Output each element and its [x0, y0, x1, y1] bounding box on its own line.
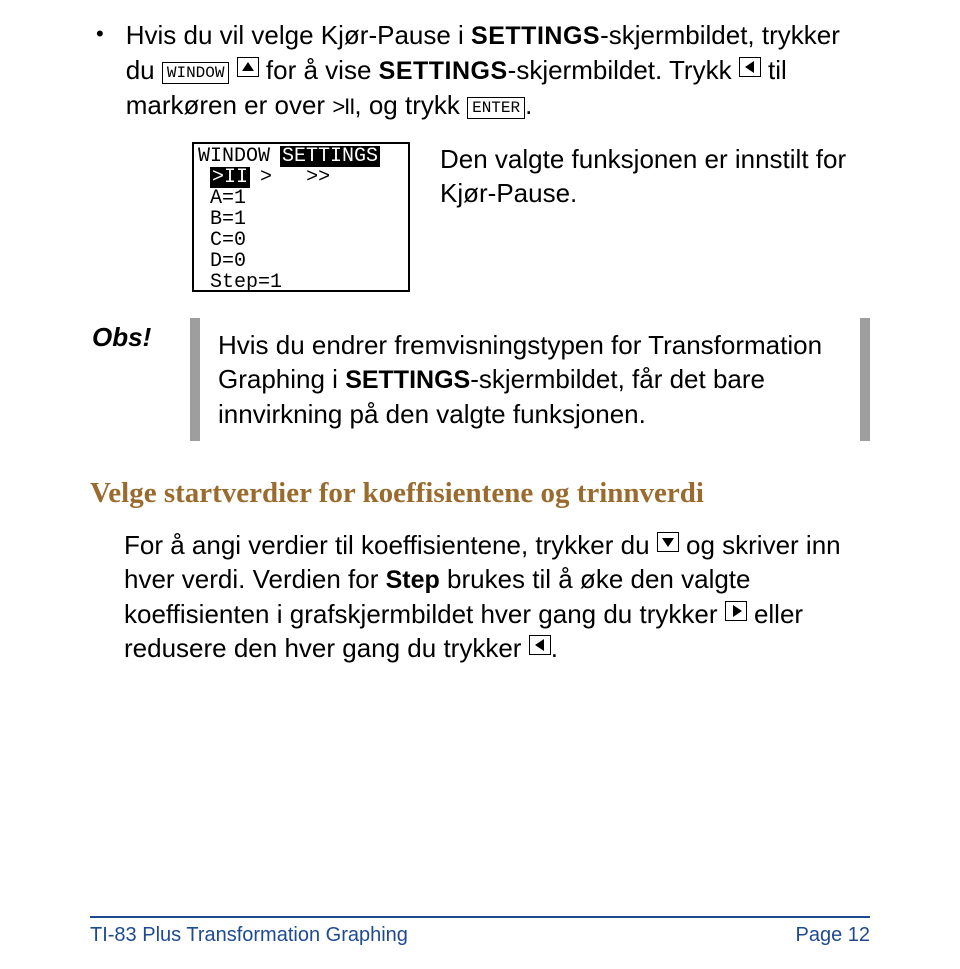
note-block: Obs! Hvis du endrer fremvisningstypen fo…	[190, 318, 870, 441]
screen-caption: Den valgte funksjonen er innstilt for Kj…	[440, 142, 870, 210]
calc-header-line: WINDOW SETTINGS	[198, 146, 404, 167]
calc-mode-line: >II > >>	[198, 167, 404, 188]
text: for å vise	[259, 55, 379, 85]
calc-row: Step=1	[198, 272, 404, 293]
settings-label: SETTINGS	[471, 22, 600, 50]
text: .	[551, 633, 558, 663]
footer-title: TI-83 Plus Transformation Graphing	[90, 924, 408, 947]
calc-window-label: WINDOW	[198, 146, 270, 167]
note-box: Hvis du endrer fremvisningstypen for Tra…	[190, 318, 870, 441]
calc-mode-option: >	[260, 167, 272, 188]
play-pause-symbol: >II	[332, 94, 354, 119]
calc-mode-option: >>	[306, 167, 330, 188]
calc-row: A=1	[198, 188, 404, 209]
note-text: Hvis du endrer fremvisningstypen for Tra…	[218, 328, 842, 431]
text: , og trykk	[354, 90, 467, 120]
calculator-screen: WINDOW SETTINGS >II > >> A=1 B=1 C=0 D=0…	[192, 142, 410, 292]
calc-row: C=0	[198, 230, 404, 251]
body-paragraph: For å angi verdier til koeffisientene, t…	[124, 528, 870, 665]
text: -skjermbildet. Trykk	[508, 55, 739, 85]
bullet-text: Hvis du vil velge Kjør-Pause i SETTINGS-…	[126, 18, 870, 124]
left-arrow-key-icon	[529, 635, 551, 655]
step-label: Step	[386, 566, 440, 594]
section-heading: Velge startverdier for koeffisientene og…	[90, 477, 870, 510]
calc-mode-selected: >II	[210, 167, 250, 188]
text: .	[525, 90, 532, 120]
right-arrow-key-icon	[725, 601, 747, 621]
calc-row: B=1	[198, 209, 404, 230]
settings-label: SETTINGS	[379, 57, 508, 85]
screenshot-row: WINDOW SETTINGS >II > >> A=1 B=1 C=0 D=0…	[192, 142, 870, 292]
bullet-marker: •	[96, 18, 104, 124]
calc-value: A=1	[210, 187, 246, 210]
text: For å angi verdier til koeffisientene, t…	[124, 530, 657, 560]
down-arrow-key-icon	[657, 532, 679, 552]
calc-value: C=0	[210, 229, 246, 252]
up-arrow-key-icon	[237, 57, 259, 77]
page-footer: TI-83 Plus Transformation Graphing Page …	[90, 916, 870, 947]
calc-settings-label: SETTINGS	[280, 146, 380, 167]
settings-label: SETTINGS	[345, 366, 470, 394]
page-root: • Hvis du vil velge Kjør-Pause i SETTING…	[0, 0, 960, 969]
text: Hvis du vil velge Kjør-Pause i	[126, 20, 471, 50]
window-key: WINDOW	[162, 62, 230, 84]
calc-value: Step=1	[210, 271, 282, 294]
bullet-item: • Hvis du vil velge Kjør-Pause i SETTING…	[90, 18, 870, 124]
calc-value: B=1	[210, 208, 246, 231]
note-label: Obs!	[92, 322, 151, 353]
calc-row: D=0	[198, 251, 404, 272]
left-arrow-key-icon	[739, 57, 761, 77]
calc-value: D=0	[210, 250, 246, 273]
page-number: Page 12	[795, 924, 870, 947]
enter-key: ENTER	[467, 97, 525, 119]
